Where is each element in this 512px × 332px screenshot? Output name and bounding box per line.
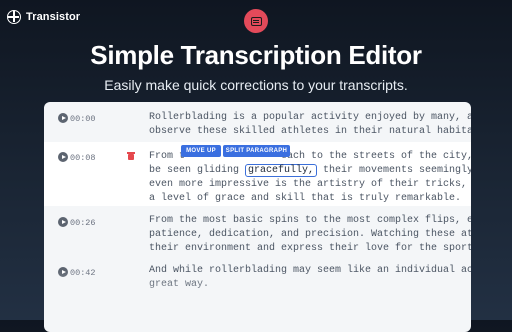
timestamp: 00:08	[70, 153, 96, 163]
paragraph-row[interactable]: 00:00 Rollerblading is a popular activit…	[44, 102, 471, 142]
paragraph-row[interactable]: 00:42 And while rollerblading may seem l…	[44, 262, 471, 332]
paragraph-text[interactable]: From the most basic spins to the most co…	[149, 214, 471, 256]
play-icon[interactable]	[58, 217, 68, 227]
text-fragment: be seen gliding	[149, 165, 246, 176]
page-subtitle: Easily make quick corrections to your tr…	[104, 77, 408, 93]
move-up-button[interactable]: MOVE UP	[181, 145, 221, 157]
brand[interactable]: Transistor	[7, 10, 80, 24]
paragraph-text[interactable]: From t each to the streets of the city, r…	[149, 150, 471, 206]
text-line: be seen gliding gracefully, their moveme…	[149, 164, 471, 178]
play-icon[interactable]	[58, 152, 68, 162]
text-line: Rollerblading is a popular activity enjo…	[149, 112, 471, 123]
paragraph-row[interactable]: 00:26 From the most basic spins to the m…	[44, 206, 471, 262]
play-icon[interactable]	[58, 113, 68, 123]
play-icon[interactable]	[58, 267, 68, 277]
paragraph-text[interactable]: And while rollerblading may seem like an…	[149, 264, 471, 292]
page-title: Simple Transcription Editor	[90, 40, 422, 70]
text-line: From the most basic spins to the most co…	[149, 215, 471, 226]
app-icon	[244, 9, 268, 33]
text-line: even more impressive is the artistry of …	[149, 179, 471, 190]
text-line: their environment and express their love…	[149, 243, 471, 254]
timestamp: 00:00	[70, 114, 96, 124]
text-fragment: From t	[149, 151, 186, 162]
selected-word[interactable]: gracefully,	[245, 164, 318, 177]
text-fragment: each to the streets of the city, r	[281, 151, 471, 162]
split-paragraph-button[interactable]: SPLIT PARAGRAPH	[223, 145, 290, 157]
brand-name: Transistor	[26, 11, 81, 23]
transistor-logo-icon	[7, 10, 21, 24]
text-line: a level of grace and skill that is truly…	[149, 193, 462, 204]
transcript-editor[interactable]: 00:00 Rollerblading is a popular activit…	[44, 102, 471, 332]
text-line: observe these skilled athletes in their …	[149, 126, 471, 137]
text-line: great way.	[149, 279, 210, 290]
text-line: patience, dedication, and precision. Wat…	[149, 229, 471, 240]
text-fragment: their movements seemingly effortle	[323, 165, 471, 176]
transcript-icon	[250, 16, 262, 26]
timestamp: 00:26	[70, 218, 96, 228]
delete-icon[interactable]	[127, 152, 135, 160]
text-line: And while rollerblading may seem like an…	[149, 265, 471, 276]
timestamp: 00:42	[70, 268, 96, 278]
paragraph-text[interactable]: Rollerblading is a popular activity enjo…	[149, 111, 471, 139]
